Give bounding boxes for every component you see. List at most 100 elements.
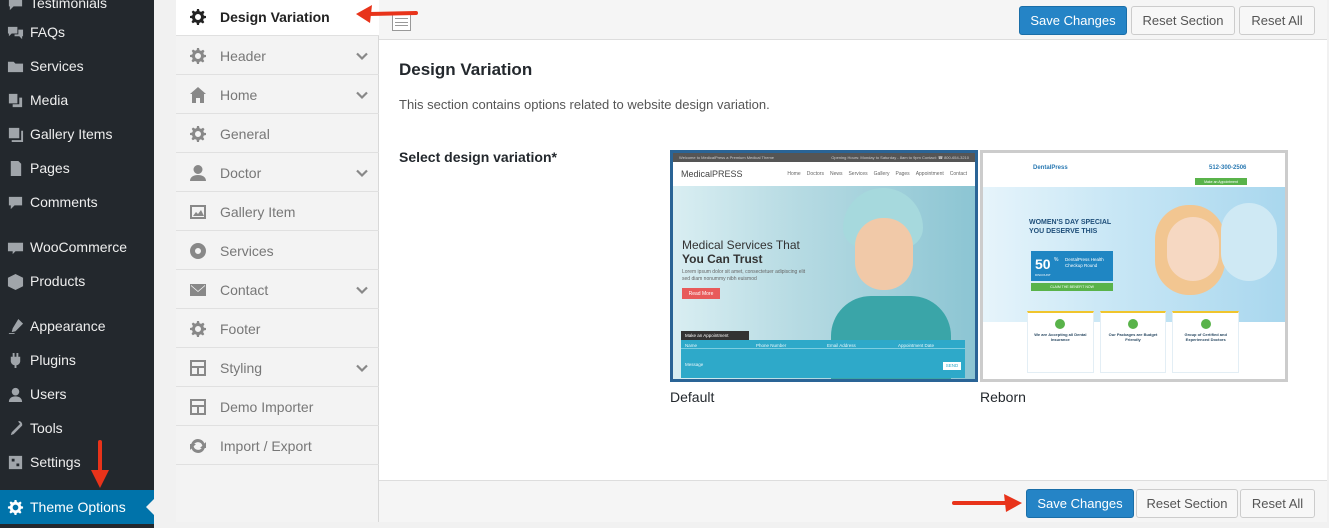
options-menu-label: Footer (220, 320, 261, 337)
wp-menu-item-users[interactable]: Users (0, 377, 154, 411)
preview-nav-item: Gallery (873, 171, 890, 177)
reset-section-button-bottom[interactable]: Reset Section (1136, 489, 1238, 518)
wp-menu-item-faqs[interactable]: FAQs (0, 15, 154, 49)
preview-topbar-right: Opening Hours: Monday to Saturday - 8am … (831, 155, 969, 160)
options-menu-label: Header (220, 47, 266, 64)
preview-headline-2: YOU DESERVE THIS (1029, 228, 1098, 235)
preview-nav-item: Appointment (915, 171, 944, 177)
wp-admin-sidebar: Testimonials FAQs Services Media Gallery Ite… (0, 0, 154, 528)
chevron-down-icon[interactable] (345, 49, 379, 63)
gallery-icon (0, 126, 30, 143)
gear-icon (176, 320, 220, 338)
options-menu-item-gallery-item[interactable]: Gallery Item (176, 193, 379, 231)
wp-menu-item-woocommerce[interactable]: WooCommerce (0, 230, 154, 264)
folder-icon (0, 58, 30, 75)
preview-feature-card: Our Packages are Budget Friendly (1099, 311, 1167, 373)
options-menu-item-design-variation[interactable]: Design Variation (176, 0, 380, 36)
chevron-down-icon[interactable] (345, 88, 379, 102)
wp-menu-item-gallery-items[interactable]: Gallery Items (0, 117, 154, 151)
layout-icon (176, 398, 220, 416)
testimonial-icon (0, 0, 30, 12)
user-icon (176, 164, 220, 182)
design-option-default[interactable]: Welcome to MedicalPress a Premium Medica… (670, 150, 978, 382)
reset-all-button-top[interactable]: Reset All (1239, 6, 1315, 35)
options-menu-label: Contact (220, 281, 269, 298)
wp-menu-item-plugins[interactable]: Plugins (0, 343, 154, 377)
tooth-icon (1055, 319, 1066, 329)
woocommerce-icon (0, 239, 30, 256)
wp-menu-item-tools[interactable]: Tools (0, 411, 154, 445)
wp-menu-label: Users (30, 386, 67, 402)
wp-menu-item-products[interactable]: Products (0, 264, 154, 298)
options-menu-label: Home (220, 86, 258, 103)
preview-form-field: Appointment Date (894, 343, 965, 349)
preview-badge-label: DISCOUNT (1035, 273, 1051, 277)
preview-badge-cta: CLAIM THE BENEFIT NOW (1031, 283, 1113, 291)
preview-logo: MedicalPRESS (681, 169, 743, 179)
preview-headline-2: You Can Trust (682, 252, 763, 266)
wp-menu-item-media[interactable]: Media (0, 83, 154, 117)
wp-menu-item-settings[interactable]: Settings (0, 445, 154, 479)
chevron-down-icon[interactable] (345, 283, 379, 297)
media-icon (0, 92, 30, 109)
preview-logo: DentalPress (1033, 165, 1068, 171)
reset-all-button-bottom[interactable]: Reset All (1240, 489, 1315, 518)
preview-body-1: Lorem ipsum dolor sit amet, consectetuer… (682, 269, 806, 275)
wp-menu-item-comments[interactable]: Comments (0, 185, 154, 219)
options-menu-item-header[interactable]: Header (176, 37, 379, 75)
options-menu-item-import-export[interactable]: Import / Export (176, 427, 379, 465)
wp-menu-label: Services (30, 58, 84, 74)
options-menu-item-general[interactable]: General (176, 115, 379, 153)
plugins-icon (0, 352, 30, 369)
faq-icon (0, 24, 30, 41)
gear-icon (176, 125, 220, 143)
preview-hero: WOMEN'S DAY SPECIAL YOU DESERVE THIS 50 … (983, 187, 1285, 322)
preview-nav-item: News (829, 171, 843, 177)
layout-icon (176, 359, 220, 377)
preview-hero: Medical Services That You Can Trust Lore… (673, 186, 975, 379)
chevron-down-icon[interactable] (345, 166, 379, 180)
image-icon (176, 203, 220, 221)
preview-header: MedicalPRESS Home Doctors News Services Gall… (673, 162, 975, 186)
preview-patient-image (1149, 193, 1279, 318)
options-menu-item-demo-importer[interactable]: Demo Importer (176, 388, 379, 426)
options-menu-item-services[interactable]: Services (176, 232, 379, 270)
options-menu-item-contact[interactable]: Contact (176, 271, 379, 309)
preview-topbar: Welcome to MedicalPress a Premium Medica… (673, 153, 975, 162)
reset-section-button-top[interactable]: Reset Section (1131, 6, 1235, 35)
preview-nav: Home Doctors News Services Gallery Pages Appoi… (787, 171, 967, 177)
tools-icon (0, 420, 30, 437)
wp-menu-label: FAQs (30, 24, 66, 40)
envelope-icon (176, 281, 220, 299)
wp-menu-label: Tools (30, 420, 63, 436)
save-changes-button-top[interactable]: Save Changes (1019, 6, 1127, 35)
preview-headline-1: Medical Services That (682, 238, 800, 252)
caption-default: Default (670, 389, 715, 405)
preview-form-field: Email Address (823, 343, 894, 349)
pages-icon (0, 160, 30, 177)
preview-form-field: Phone Number (752, 343, 823, 349)
options-menu-label: Import / Export (220, 437, 312, 454)
wp-menu-item-appearance[interactable]: Appearance (0, 309, 154, 343)
wp-menu-item-services[interactable]: Services (0, 49, 154, 83)
wp-menu-label: Pages (30, 160, 70, 176)
options-menu-item-footer[interactable]: Footer (176, 310, 379, 348)
design-option-reborn[interactable]: DentalPress 512-300-2506 Make an Appoint… (980, 150, 1288, 382)
chevron-down-icon[interactable] (345, 361, 379, 375)
preview-topbar-left: Welcome to MedicalPress a Premium Medica… (679, 155, 774, 160)
wp-menu-item-pages[interactable]: Pages (0, 151, 154, 185)
preview-header: DentalPress 512-300-2506 Make an Appoint… (983, 153, 1285, 185)
cog-icon (176, 242, 220, 260)
options-menu-item-styling[interactable]: Styling (176, 349, 379, 387)
preview-feature-card: We are Accepting all Dental Insurance (1027, 311, 1094, 373)
preview-form-message: Message (685, 362, 704, 367)
options-menu-item-home[interactable]: Home (176, 76, 379, 114)
wp-menu-label: Theme Options (30, 499, 126, 515)
options-menu-item-doctor[interactable]: Doctor (176, 154, 379, 192)
users-icon (0, 386, 30, 403)
preview-nav-item: Pages (895, 171, 910, 177)
wp-menu-item-theme-options[interactable]: Theme Options (0, 490, 154, 524)
gear-icon (0, 499, 30, 516)
save-changes-button-bottom[interactable]: Save Changes (1026, 489, 1134, 518)
arrow-to-theme-options-icon (91, 440, 109, 488)
